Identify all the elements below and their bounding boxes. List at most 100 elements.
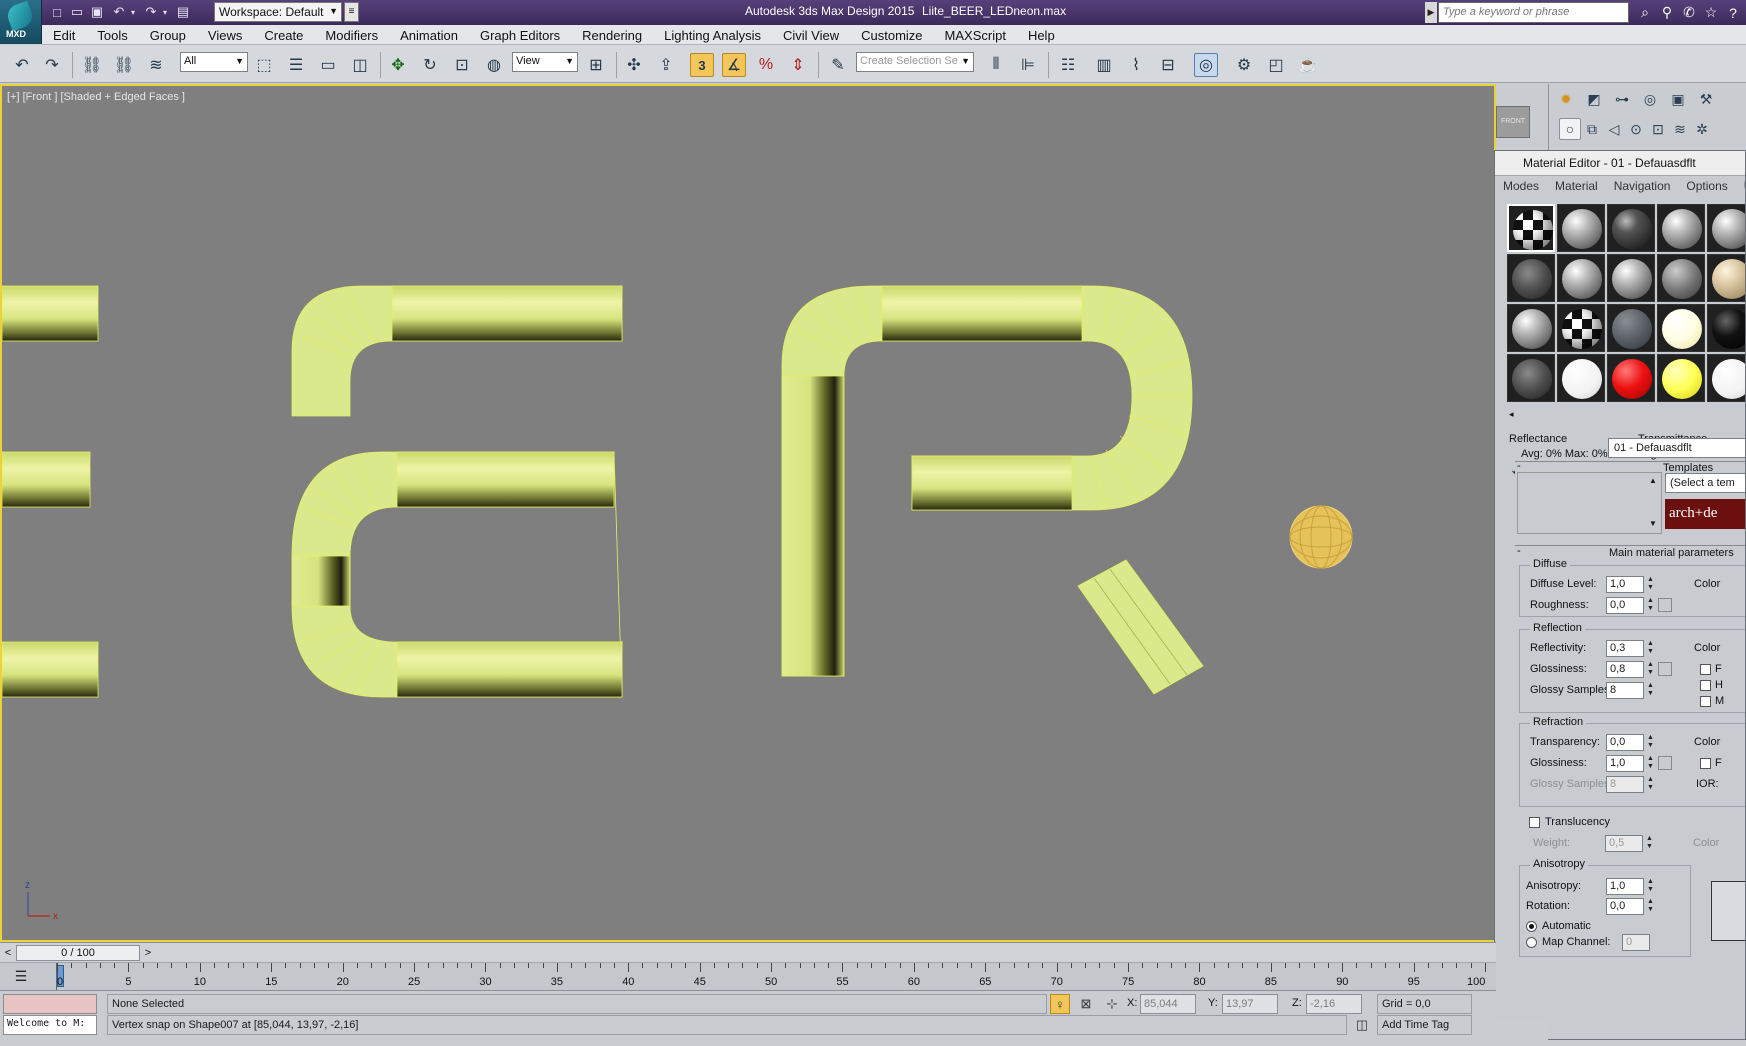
material-slot[interactable] — [1657, 354, 1705, 402]
diffuse-level-input[interactable]: 1,0 — [1606, 576, 1644, 593]
reference-coordinate-dropdown[interactable]: View ▼ — [512, 52, 578, 72]
snaps-toggle-button[interactable]: 3 — [690, 53, 714, 77]
refraction-glossiness-input[interactable]: 1,0 — [1606, 755, 1644, 772]
select-object-icon[interactable]: ⬚ — [252, 53, 276, 77]
angle-snap-button[interactable]: ∡ — [722, 53, 746, 77]
rotation-input[interactable]: 0,0 — [1606, 898, 1644, 915]
subscription-icon[interactable]: ⚲ — [1656, 2, 1678, 23]
bind-space-warp-icon[interactable]: ≋ — [144, 53, 168, 77]
material-name-input[interactable]: 01 - Defauasdflt — [1608, 438, 1745, 458]
menu-help[interactable]: Help — [1017, 25, 1066, 44]
track-ruler[interactable]: 0 5 10 15 20 25 30 35 40 45 50 55 60 65 70 75 80 85 90 95 10… — [56, 963, 1492, 991]
med-menu-navigation[interactable]: Navigation — [1606, 178, 1679, 196]
transparency-input[interactable]: 0,0 — [1606, 734, 1644, 751]
scene-objects[interactable]: z x — [2, 86, 1496, 942]
space-warps-icon[interactable]: ≋ — [1669, 118, 1691, 140]
mirror-icon[interactable]: ⫴ — [984, 53, 1008, 77]
helpers-icon[interactable]: ⊡ — [1647, 118, 1669, 140]
communication-icon[interactable]: ✆ — [1678, 2, 1700, 23]
menu-edit[interactable]: Edit — [42, 25, 86, 44]
percent-snap-icon[interactable]: % — [754, 53, 778, 77]
undo-icon[interactable]: ↶ — [10, 53, 34, 77]
material-slot[interactable] — [1557, 254, 1605, 302]
automatic-radio[interactable] — [1526, 921, 1537, 932]
material-editor-button[interactable]: ◎ — [1194, 53, 1218, 77]
spinner-arrows-icon[interactable]: ▲ ▼ — [1646, 682, 1655, 699]
open-file-icon[interactable]: ▭ — [68, 3, 86, 21]
display-tab-icon[interactable]: ▣ — [1667, 88, 1689, 110]
select-by-name-icon[interactable]: ☰ — [284, 53, 308, 77]
workspace-dropdown[interactable]: Workspace: Default ▼ — [214, 2, 342, 22]
select-and-link-icon[interactable]: ⛓ — [80, 53, 104, 77]
reflection-glossiness-input[interactable]: 0,8 — [1606, 661, 1644, 678]
motion-tab-icon[interactable]: ◎ — [1639, 88, 1661, 110]
search-input[interactable]: Type a keyword or phrase — [1438, 2, 1629, 23]
time-slider[interactable]: < 0 / 100 > — [0, 942, 1496, 962]
maxscript-listener-mini[interactable] — [3, 994, 97, 1014]
select-manipulate-icon[interactable]: ✣ — [622, 53, 646, 77]
help-icon[interactable]: ? — [1722, 2, 1744, 23]
spinner-arrows-icon[interactable]: ▲ ▼ — [1646, 878, 1655, 895]
material-slot[interactable] — [1707, 204, 1745, 252]
menu-civil-view[interactable]: Civil View — [772, 25, 850, 44]
med-menu-utilities[interactable]: Utilities — [1736, 178, 1745, 196]
material-slot[interactable] — [1507, 254, 1555, 302]
add-time-tag-button[interactable]: Add Time Tag — [1377, 1015, 1472, 1035]
time-slider-thumb[interactable]: 0 / 100 — [16, 945, 140, 961]
named-selection-dropdown[interactable]: Create Selection Se ▼ — [856, 52, 974, 72]
med-menu-options[interactable]: Options — [1678, 178, 1735, 196]
templates-select[interactable]: (Select a tem — [1665, 473, 1745, 493]
window-crossing-icon[interactable]: ◫ — [348, 53, 372, 77]
y-coordinate-input[interactable]: 13,97 — [1222, 994, 1278, 1014]
redo-icon[interactable]: ↷ — [142, 3, 160, 21]
spinner-arrows-icon[interactable]: ▲ ▼ — [1645, 835, 1654, 852]
select-and-rotate-icon[interactable]: ↻ — [418, 53, 442, 77]
material-slot[interactable] — [1707, 354, 1745, 402]
spinner-arrows-icon[interactable]: ▲ ▼ — [1646, 734, 1655, 751]
geometry-icon[interactable]: ○ — [1559, 118, 1581, 140]
translucency-checkbox[interactable] — [1529, 817, 1540, 828]
refraction-samples-input[interactable]: 8 — [1606, 776, 1644, 793]
map-channel-radio[interactable] — [1526, 937, 1537, 948]
align-icon[interactable]: ⊫ — [1016, 53, 1040, 77]
time-slider-next-button[interactable]: > — [141, 945, 155, 961]
menu-views[interactable]: Views — [197, 25, 253, 44]
menu-tools[interactable]: Tools — [86, 25, 138, 44]
material-slot[interactable] — [1507, 304, 1555, 352]
schematic-view-icon[interactable]: ⊟ — [1156, 53, 1180, 77]
material-slot[interactable] — [1607, 354, 1655, 402]
menu-customize[interactable]: Customize — [850, 25, 933, 44]
hierarchy-tab-icon[interactable]: ⊶ — [1611, 88, 1633, 110]
z-coordinate-input[interactable]: -2,16 — [1306, 994, 1362, 1014]
maxscript-welcome[interactable]: Welcome to M: — [3, 1015, 97, 1035]
rendered-frame-window-icon[interactable]: ◰ — [1264, 53, 1288, 77]
systems-icon[interactable]: ✲ — [1691, 118, 1713, 140]
material-slot[interactable] — [1707, 304, 1745, 352]
material-slot[interactable] — [1557, 354, 1605, 402]
isolate-selection-icon[interactable]: ♀ — [1050, 994, 1070, 1014]
undo-icon[interactable]: ↶ — [110, 3, 128, 21]
selection-lock-icon[interactable]: ⊠ — [1076, 994, 1096, 1014]
spinner-arrows-icon[interactable]: ▲ ▼ — [1646, 898, 1655, 915]
roughness-map-button[interactable] — [1658, 598, 1672, 612]
select-and-place-icon[interactable]: ◍ — [482, 53, 506, 77]
spinner-arrows-icon[interactable]: ▲ ▼ — [1646, 661, 1655, 678]
redo-dropdown-icon[interactable]: ▾ — [160, 3, 170, 21]
material-slot[interactable] — [1557, 204, 1605, 252]
layer-manager-icon[interactable]: ☷ — [1056, 53, 1080, 77]
graphite-ribbon-icon[interactable]: ▥ — [1092, 53, 1116, 77]
new-file-icon[interactable]: □ — [48, 3, 66, 21]
reflectivity-input[interactable]: 0,3 — [1606, 640, 1644, 657]
selection-filter-dropdown[interactable]: All ▼ — [180, 52, 248, 72]
keyboard-shortcut-override-icon[interactable]: ⇪ — [654, 53, 678, 77]
absolute-mode-icon[interactable]: ⊹ — [1102, 994, 1122, 1014]
material-slot[interactable] — [1607, 304, 1655, 352]
slots-scroll-left-icon[interactable]: ◂ — [1509, 409, 1514, 420]
material-slot[interactable] — [1657, 304, 1705, 352]
lights-icon[interactable]: ◁ — [1603, 118, 1625, 140]
redo-icon[interactable]: ↷ — [40, 53, 64, 77]
save-file-icon[interactable]: ▣ — [88, 3, 106, 21]
render-setup-icon[interactable]: ⚙ — [1232, 53, 1256, 77]
roughness-input[interactable]: 0,0 — [1606, 597, 1644, 614]
fast-interpolate-checkbox[interactable] — [1700, 664, 1711, 675]
